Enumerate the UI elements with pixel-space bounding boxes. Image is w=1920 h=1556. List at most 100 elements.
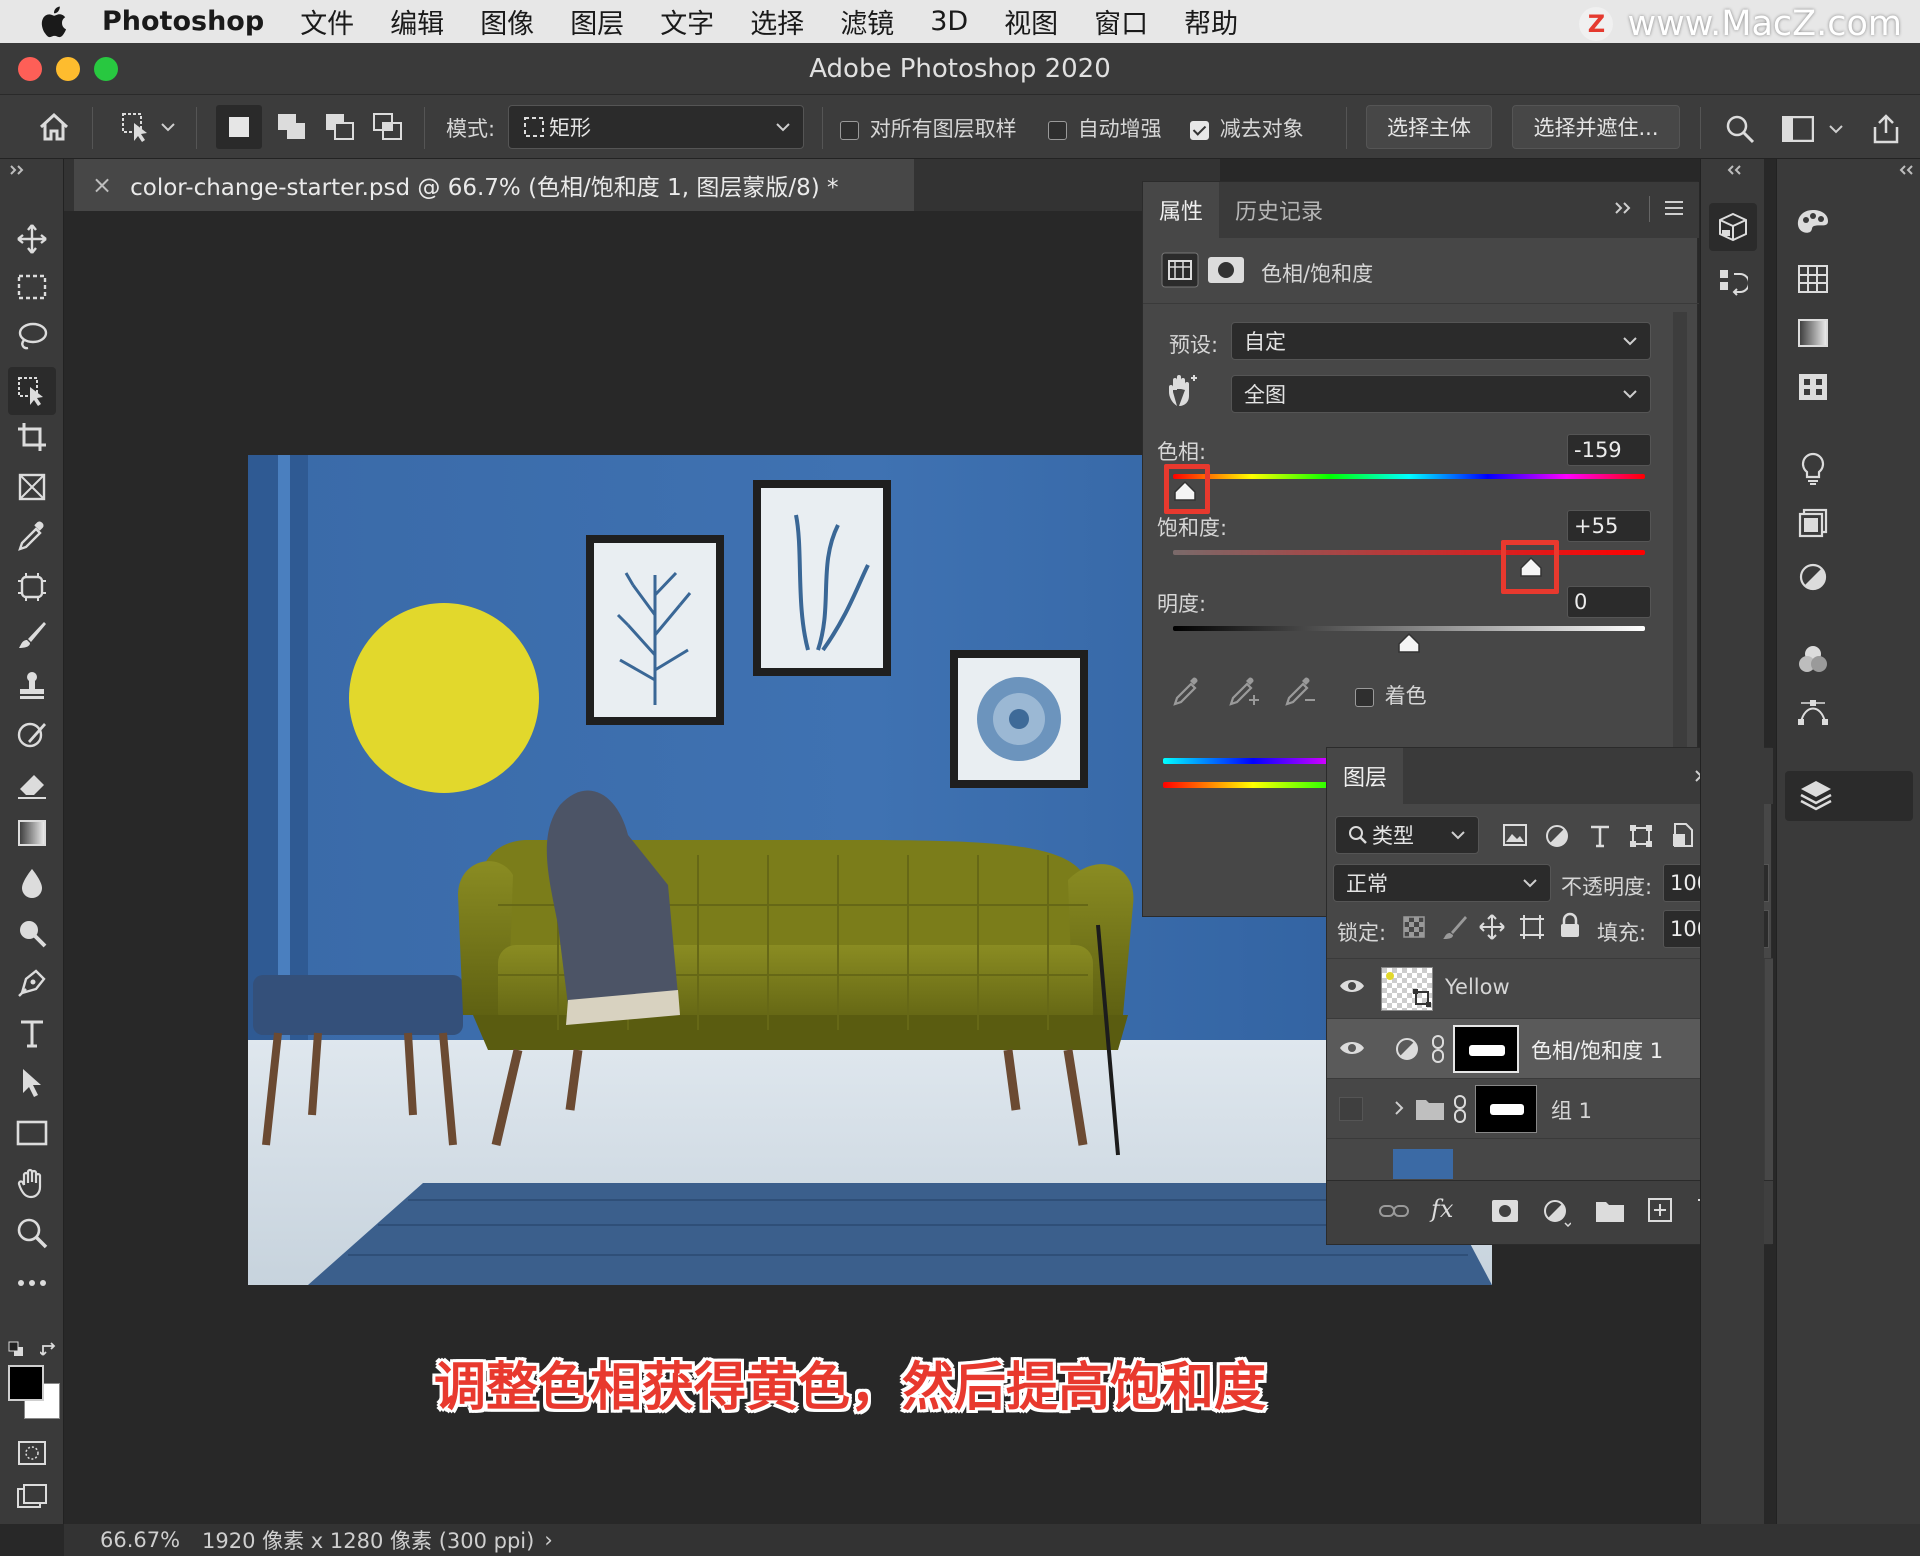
hue-value-field[interactable]: -159: [1567, 434, 1651, 466]
sample-all-layers-box[interactable]: [840, 120, 859, 140]
more-tools-icon[interactable]: [14, 1265, 50, 1301]
mode-select[interactable]: 矩形: [508, 105, 804, 149]
filter-pixel-icon[interactable]: [1503, 824, 1527, 846]
sample-all-layers-checkbox[interactable]: 对所有图层取样: [840, 113, 1017, 143]
new-selection-icon[interactable]: [216, 105, 262, 149]
targeted-adjustment-icon[interactable]: [1165, 372, 1199, 408]
auto-enhance-checkbox[interactable]: 自动增强: [1048, 113, 1162, 143]
layer-row-hue-saturation[interactable]: 色相/饱和度 1: [1327, 1019, 1741, 1079]
channels-icon[interactable]: [1789, 635, 1837, 683]
lightness-slider[interactable]: [1173, 626, 1645, 631]
visibility-toggle-off[interactable]: [1339, 1097, 1363, 1121]
subtract-from-selection-icon[interactable]: [318, 105, 362, 149]
link-layers-icon[interactable]: [1379, 1201, 1409, 1221]
paths-icon[interactable]: [1789, 689, 1837, 737]
auto-enhance-box[interactable]: [1048, 120, 1067, 140]
spot-healing-tool-icon[interactable]: [14, 569, 50, 605]
subtract-object-box[interactable]: [1190, 120, 1209, 140]
rectangle-tool-icon[interactable]: [14, 1115, 50, 1151]
lock-all-icon[interactable]: [1559, 912, 1581, 938]
link-icon[interactable]: [1453, 1095, 1467, 1123]
menu-edit[interactable]: 编辑: [390, 2, 444, 41]
new-layer-icon[interactable]: [1647, 1197, 1673, 1223]
select-and-mask-button[interactable]: 选择并遮住...: [1512, 105, 1680, 149]
learn-icon[interactable]: [1789, 445, 1837, 493]
lock-pixels-icon[interactable]: [1441, 914, 1467, 940]
menu-file[interactable]: 文件: [300, 2, 354, 41]
lock-position-icon[interactable]: [1479, 914, 1505, 940]
saturation-value-field[interactable]: +55: [1567, 510, 1651, 542]
layer-filter-select[interactable]: 类型: [1335, 816, 1479, 854]
eyedropper-icon[interactable]: [1171, 676, 1203, 708]
history-dock-icon[interactable]: [1709, 259, 1757, 307]
type-tool-icon[interactable]: [14, 1015, 50, 1051]
screen-mode-icon[interactable]: [14, 1479, 50, 1515]
object-selection-tool-icon[interactable]: [116, 107, 156, 147]
workspace-icon[interactable]: [1776, 109, 1820, 149]
chevron-down-icon[interactable]: [158, 117, 178, 137]
layer-mask-thumbnail[interactable]: [1453, 1025, 1519, 1073]
select-subject-button[interactable]: 选择主体: [1366, 105, 1492, 149]
hue-slider[interactable]: [1173, 474, 1645, 479]
expand-chevron-icon[interactable]: [1393, 1099, 1405, 1117]
color-palette-icon[interactable]: [1789, 199, 1837, 247]
add-to-selection-icon[interactable]: [270, 105, 314, 149]
pen-tool-icon[interactable]: [14, 965, 50, 1001]
properties-dock-icon[interactable]: [1709, 203, 1757, 251]
history-brush-tool-icon[interactable]: [14, 717, 50, 753]
zoom-level[interactable]: 66.67%: [100, 1528, 186, 1552]
filter-smart-object-icon[interactable]: [1671, 822, 1695, 848]
colorize-box[interactable]: [1355, 687, 1374, 707]
hand-tool-icon[interactable]: [14, 1165, 50, 1201]
channel-select[interactable]: 全图: [1231, 375, 1651, 413]
menu-type[interactable]: 文字: [660, 2, 714, 41]
add-mask-icon[interactable]: [1491, 1199, 1519, 1223]
eyedropper-minus-icon[interactable]: [1283, 676, 1317, 710]
layer-row-yellow[interactable]: Yellow: [1327, 959, 1741, 1019]
collapse-panel-icon[interactable]: [1613, 200, 1635, 216]
subtract-object-checkbox[interactable]: 减去对象: [1190, 113, 1304, 143]
filter-type-icon[interactable]: [1589, 824, 1611, 848]
group-mask-thumbnail[interactable]: [1475, 1085, 1537, 1133]
eraser-tool-icon[interactable]: [14, 767, 50, 803]
close-tab-icon[interactable]: ×: [92, 171, 112, 199]
fx-icon[interactable]: fx: [1431, 1195, 1453, 1223]
tab-history[interactable]: 历史记录: [1219, 182, 1339, 238]
blend-mode-select[interactable]: 正常: [1333, 864, 1551, 902]
clone-stamp-tool-icon[interactable]: [14, 667, 50, 703]
layers-dock-icon[interactable]: [1785, 771, 1913, 821]
adjustments-icon[interactable]: [1789, 553, 1837, 601]
lightness-value-field[interactable]: 0: [1567, 586, 1651, 618]
lightness-slider-thumb[interactable]: [1397, 632, 1421, 654]
dodge-tool-icon[interactable]: [14, 915, 50, 951]
document-tab[interactable]: × color-change-starter.psd @ 66.7% (色相/饱…: [74, 159, 914, 211]
move-tool-icon[interactable]: [14, 221, 50, 257]
share-icon[interactable]: [1864, 107, 1908, 151]
filter-adjustment-icon[interactable]: [1545, 824, 1569, 848]
menu-help[interactable]: 帮助: [1184, 2, 1238, 41]
colorize-checkbox[interactable]: 着色: [1355, 680, 1427, 710]
menu-window[interactable]: 窗口: [1094, 2, 1148, 41]
menu-image[interactable]: 图像: [480, 2, 534, 41]
patterns-icon[interactable]: [1789, 363, 1837, 411]
eyedropper-tool-icon[interactable]: [14, 519, 50, 555]
object-selection-tool-active-icon[interactable]: [8, 367, 56, 415]
blur-tool-icon[interactable]: [14, 865, 50, 901]
path-selection-tool-icon[interactable]: [14, 1065, 50, 1101]
lock-artboard-icon[interactable]: [1519, 914, 1545, 940]
lasso-tool-icon[interactable]: [14, 319, 50, 355]
swatches-icon[interactable]: [1789, 255, 1837, 303]
lock-transparent-icon[interactable]: [1403, 916, 1425, 938]
status-more-icon[interactable]: ›: [544, 1528, 552, 1552]
menu-view[interactable]: 视图: [1004, 2, 1058, 41]
gradient-tool-icon[interactable]: [14, 815, 50, 851]
new-adjustment-icon[interactable]: [1543, 1199, 1571, 1227]
filter-shape-icon[interactable]: [1629, 824, 1653, 848]
eyedropper-plus-icon[interactable]: [1227, 676, 1261, 710]
menu-select[interactable]: 选择: [750, 2, 804, 41]
search-icon[interactable]: [1720, 109, 1760, 149]
menu-layer[interactable]: 图层: [570, 2, 624, 41]
frame-tool-icon[interactable]: [14, 469, 50, 505]
preset-select[interactable]: 自定: [1231, 322, 1651, 360]
menu-3d[interactable]: 3D: [930, 6, 968, 37]
